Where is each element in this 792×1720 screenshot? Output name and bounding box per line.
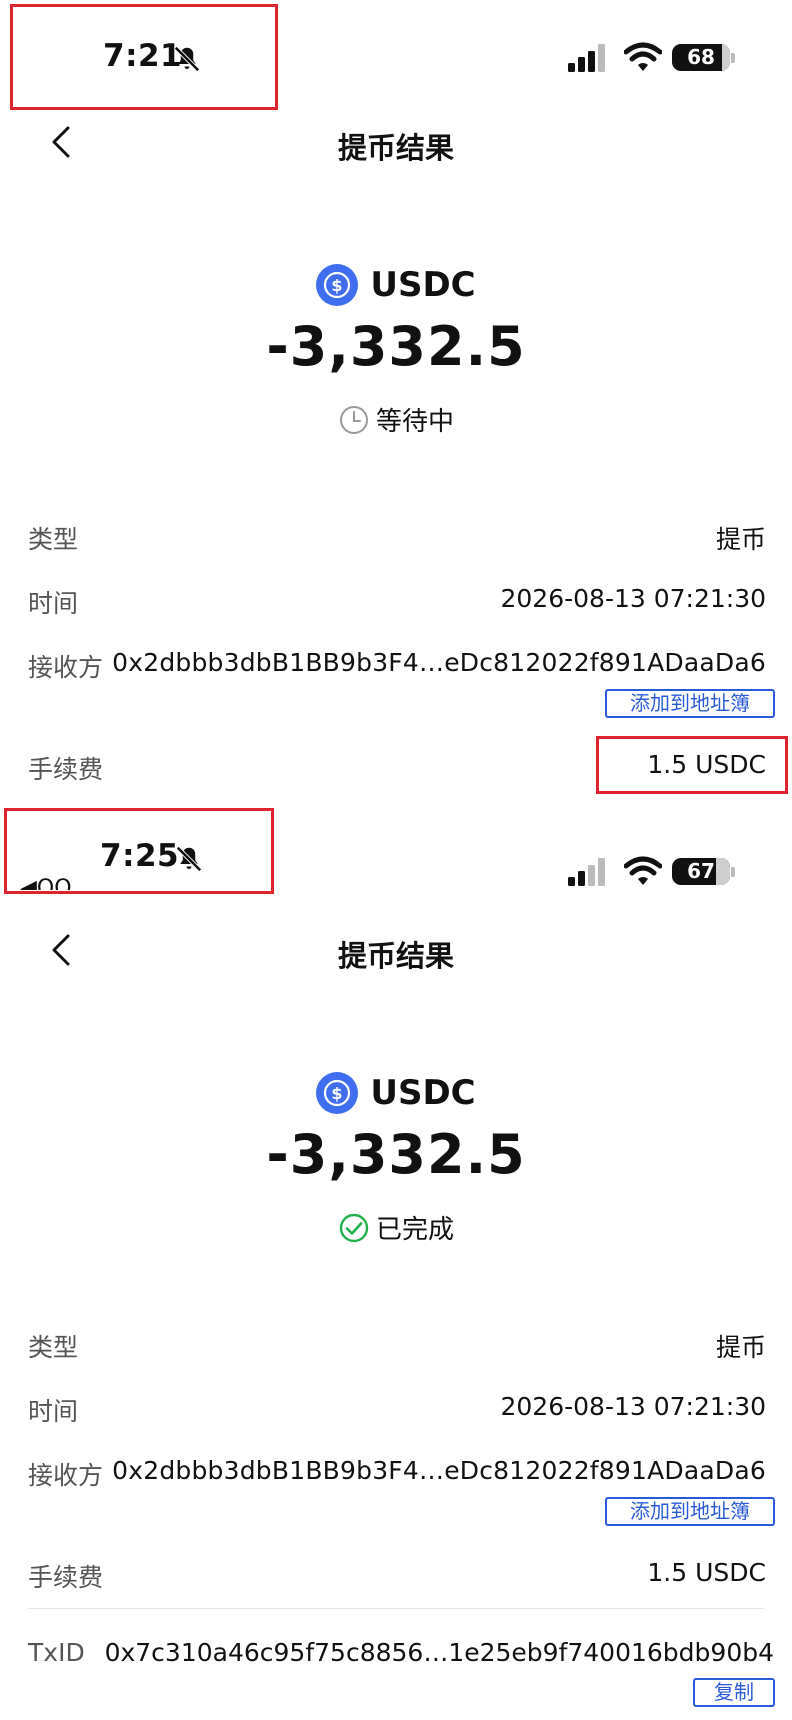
- txid-label: TxID: [28, 1638, 85, 1667]
- receiver-address: 0x2dbbb3dbB1BB9b3F4…eDc812022f891ADaaDa6: [112, 648, 766, 677]
- type-label: 类型: [28, 525, 79, 554]
- svg-text:$: $: [332, 1084, 343, 1103]
- coin-name: USDC: [370, 1073, 476, 1113]
- divider: [28, 1608, 764, 1609]
- svg-text:$: $: [332, 276, 343, 295]
- screenshot-bottom: 7:25 ◀QQ 67 提币结果 $ USDC -3,332.5 已完成 类型 …: [0, 808, 792, 1720]
- battery-icon: 67: [672, 858, 730, 885]
- usdc-coin-icon: $: [316, 264, 359, 306]
- time-label: 时间: [28, 589, 79, 618]
- type-value: 提币: [715, 1333, 766, 1362]
- add-to-address-book-button[interactable]: 添加到地址簿: [605, 689, 775, 718]
- wifi-icon: [624, 42, 662, 71]
- status-text: 已完成: [375, 1215, 454, 1245]
- status-row: 等待中: [0, 401, 792, 438]
- fee-highlight-box: [596, 736, 788, 794]
- type-value: 提币: [715, 525, 766, 554]
- time-value: 2026-08-13 07:21:30: [500, 1392, 766, 1421]
- type-label: 类型: [28, 1333, 79, 1362]
- cellular-signal-icon: [568, 44, 605, 72]
- txid-value: 0x7c310a46c95f75c8856…1e25eb9f740016bdb9…: [104, 1638, 774, 1667]
- add-to-address-book-button[interactable]: 添加到地址簿: [605, 1497, 775, 1526]
- receiver-label: 接收方: [28, 1461, 104, 1490]
- fee-label: 手续费: [28, 755, 104, 784]
- time-label: 时间: [28, 1397, 79, 1426]
- wifi-icon: [624, 856, 662, 885]
- time-highlight-box: [4, 808, 274, 894]
- page-title: 提币结果: [337, 939, 454, 973]
- coin-name: USDC: [370, 265, 476, 305]
- coin-header: $ USDC: [0, 264, 792, 306]
- time-highlight-box: [10, 4, 278, 110]
- amount: -3,332.5: [266, 1123, 526, 1186]
- coin-header: $ USDC: [0, 1072, 792, 1114]
- amount: -3,332.5: [266, 315, 526, 378]
- screenshot-top: 7:21 68 提币结果 $ USDC -3,332.5 等待中 类型 提币 时…: [0, 0, 792, 808]
- usdc-coin-icon: $: [316, 1072, 359, 1114]
- cellular-signal-icon: [568, 858, 605, 886]
- copy-button[interactable]: 复制: [693, 1678, 775, 1707]
- battery-icon: 68: [672, 44, 730, 71]
- battery-level: 68: [687, 45, 715, 69]
- battery-tip: [731, 867, 735, 877]
- page-title: 提币结果: [337, 131, 454, 165]
- receiver-address: 0x2dbbb3dbB1BB9b3F4…eDc812022f891ADaaDa6: [112, 1456, 766, 1485]
- receiver-label: 接收方: [28, 653, 104, 682]
- fee-value: 1.5 USDC: [647, 1558, 766, 1587]
- battery-tip: [731, 53, 735, 63]
- battery-level: 67: [687, 859, 715, 883]
- clock-icon: [339, 405, 368, 434]
- check-circle-icon: [339, 1213, 369, 1242]
- status-text: 等待中: [375, 407, 454, 437]
- time-value: 2026-08-13 07:21:30: [500, 584, 766, 613]
- status-row: 已完成: [0, 1209, 792, 1246]
- fee-label: 手续费: [28, 1563, 104, 1592]
